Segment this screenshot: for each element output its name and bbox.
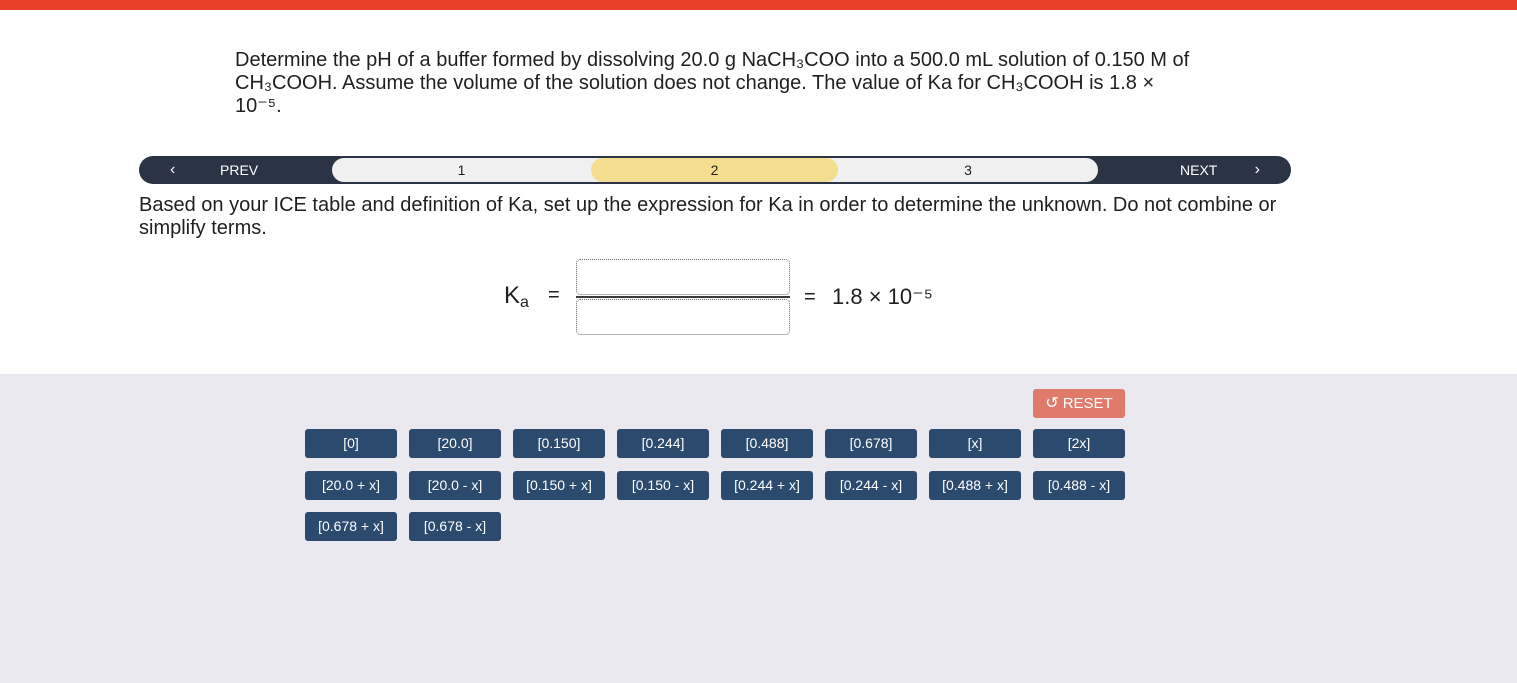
- answer-tile[interactable]: [x]: [929, 429, 1021, 458]
- instruction-text: Based on your ICE table and definition o…: [139, 194, 1277, 239]
- fraction-bar: [576, 296, 790, 298]
- next-button[interactable]: NEXT ›: [1098, 156, 1291, 184]
- answer-tile[interactable]: [0.244]: [617, 429, 709, 458]
- answer-tile[interactable]: [0.488 - x]: [1033, 471, 1125, 500]
- answer-tile[interactable]: [0]: [305, 429, 397, 458]
- answer-tile[interactable]: [0.150 - x]: [617, 471, 709, 500]
- answer-tile[interactable]: [0.150]: [513, 429, 605, 458]
- numerator-drop-zone[interactable]: [576, 259, 790, 295]
- ka-symbol: Ka: [504, 282, 529, 311]
- chevron-right-icon: ›: [1254, 161, 1260, 178]
- answer-tile[interactable]: [20.0]: [409, 429, 501, 458]
- answer-tile[interactable]: [0.488]: [721, 429, 813, 458]
- ka-letter: K: [504, 282, 521, 309]
- answer-tile[interactable]: [20.0 - x]: [409, 471, 501, 500]
- answer-tile[interactable]: [0.488 + x]: [929, 471, 1021, 500]
- prev-button[interactable]: ‹ PREV: [139, 156, 332, 184]
- top-accent-bar: [0, 0, 1517, 10]
- equals-sign-right: =: [804, 286, 816, 308]
- question-text: Determine the pH of a buffer formed by d…: [235, 49, 1190, 117]
- reset-label: RESET: [1062, 395, 1113, 412]
- prev-label: PREV: [220, 162, 259, 178]
- step-tab-3[interactable]: 3: [838, 158, 1098, 182]
- answer-tile[interactable]: [0.678]: [825, 429, 917, 458]
- reset-button[interactable]: ↺ RESET: [1033, 389, 1125, 418]
- next-label: NEXT: [1180, 162, 1218, 178]
- step-tab-2[interactable]: 2: [591, 158, 838, 182]
- step-navigation: ‹ PREV 1 2 3 NEXT ›: [139, 156, 1291, 184]
- ka-value: 1.8 × 10⁻⁵: [832, 284, 933, 309]
- answer-tile[interactable]: [20.0 + x]: [305, 471, 397, 500]
- answer-tile[interactable]: [0.244 - x]: [825, 471, 917, 500]
- equals-sign: =: [548, 284, 560, 306]
- step-tabs: 1 2 3: [332, 158, 1098, 182]
- reset-icon: ↺: [1045, 395, 1059, 412]
- answer-tile[interactable]: [0.244 + x]: [721, 471, 813, 500]
- answer-tile[interactable]: [2x]: [1033, 429, 1125, 458]
- answer-tile[interactable]: [0.150 + x]: [513, 471, 605, 500]
- ka-subscript: a: [520, 294, 529, 311]
- answer-tile-tray: [0, 374, 1517, 683]
- answer-tile[interactable]: [0.678 + x]: [305, 512, 397, 541]
- denominator-drop-zone[interactable]: [576, 299, 790, 335]
- answer-tile[interactable]: [0.678 - x]: [409, 512, 501, 541]
- chevron-left-icon: ‹: [170, 161, 176, 178]
- step-tab-1[interactable]: 1: [332, 158, 591, 182]
